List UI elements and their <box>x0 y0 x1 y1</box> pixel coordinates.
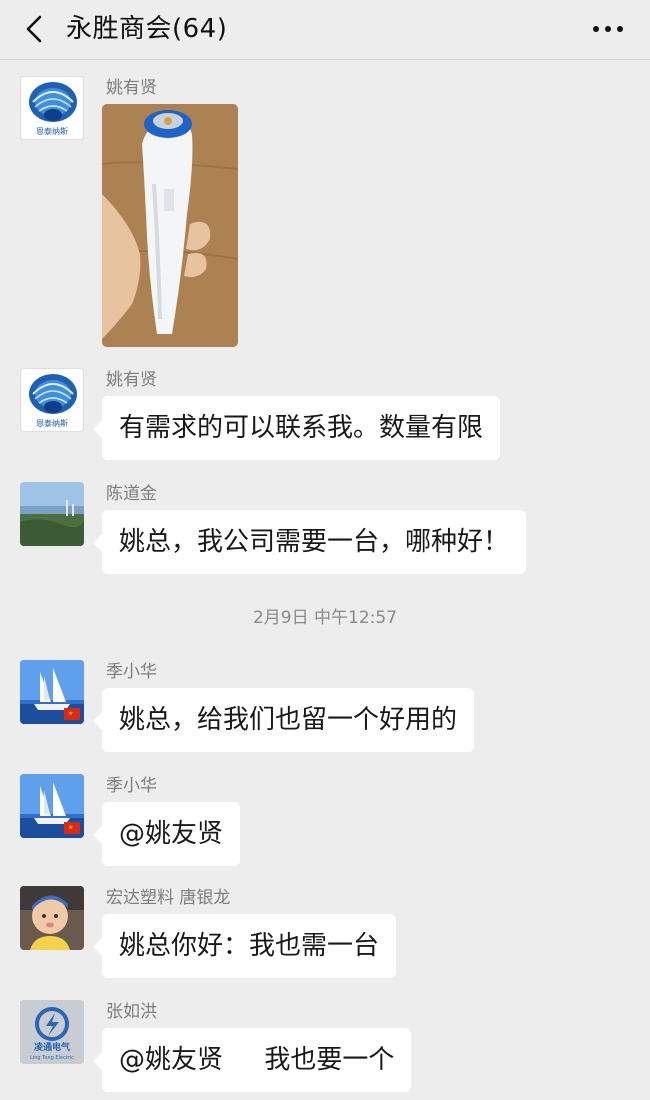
sender-name: 陈道金 <box>106 484 157 504</box>
avatar-logo-text: 恩泰纳斯 <box>36 127 68 136</box>
message-bubble[interactable]: 姚总你好：我也需一台 <box>92 914 397 978</box>
svg-text:★: ★ <box>68 824 73 831</box>
sender-name: 季小华 <box>106 776 157 796</box>
sender-name: 季小华 <box>106 662 157 682</box>
avatar[interactable]: 恩泰纳斯 <box>20 76 84 140</box>
sender-name: 张如洪 <box>106 1002 157 1022</box>
avatar-logo-text: 恩泰纳斯 <box>36 419 68 428</box>
sailboat-avatar-icon: ★ <box>20 774 84 838</box>
avatar[interactable]: 恩泰纳斯 <box>20 368 84 432</box>
svg-text:★: ★ <box>68 710 73 717</box>
sender-name: 宏达塑料 唐银龙 <box>106 888 231 908</box>
avatar[interactable]: ★ <box>20 774 84 838</box>
message-bubble[interactable]: @姚友贤 <box>92 802 241 866</box>
sender-name: 姚有贤 <box>106 78 157 98</box>
child-avatar-icon <box>20 886 84 950</box>
chat-header: 永胜商会(64) <box>0 0 650 60</box>
message-bubble[interactable]: 姚总，给我们也留一个好用的 <box>92 688 475 752</box>
avatar[interactable] <box>20 482 84 546</box>
avatar[interactable] <box>20 886 84 950</box>
avatar[interactable]: ★ <box>20 660 84 724</box>
photo-image <box>102 104 238 347</box>
message-bubble[interactable]: 姚总，我公司需要一台，哪种好！ <box>92 510 527 574</box>
more-dots-icon[interactable] <box>588 12 628 46</box>
message-bubble[interactable]: 有需求的可以联系我。数量有限 <box>92 396 501 460</box>
timestamp: 2月9日 中午12:57 <box>252 608 398 628</box>
landscape-avatar-icon <box>20 482 84 546</box>
chevron-left-icon[interactable] <box>18 12 52 46</box>
message-bubble[interactable]: @姚友贤 我也要一个 <box>92 1028 412 1092</box>
sender-name: 姚有贤 <box>106 370 157 390</box>
chat-title: 永胜商会(64) <box>66 14 228 44</box>
sailboat-avatar-icon: ★ <box>20 660 84 724</box>
avatar[interactable]: 凌通电气 Ling Tong Electric <box>20 1000 84 1064</box>
avatar-logo-subtext: Ling Tong Electric <box>30 1055 74 1061</box>
thermometer-photo[interactable] <box>102 104 238 347</box>
avatar-logo-text: 凌通电气 <box>33 1043 70 1053</box>
